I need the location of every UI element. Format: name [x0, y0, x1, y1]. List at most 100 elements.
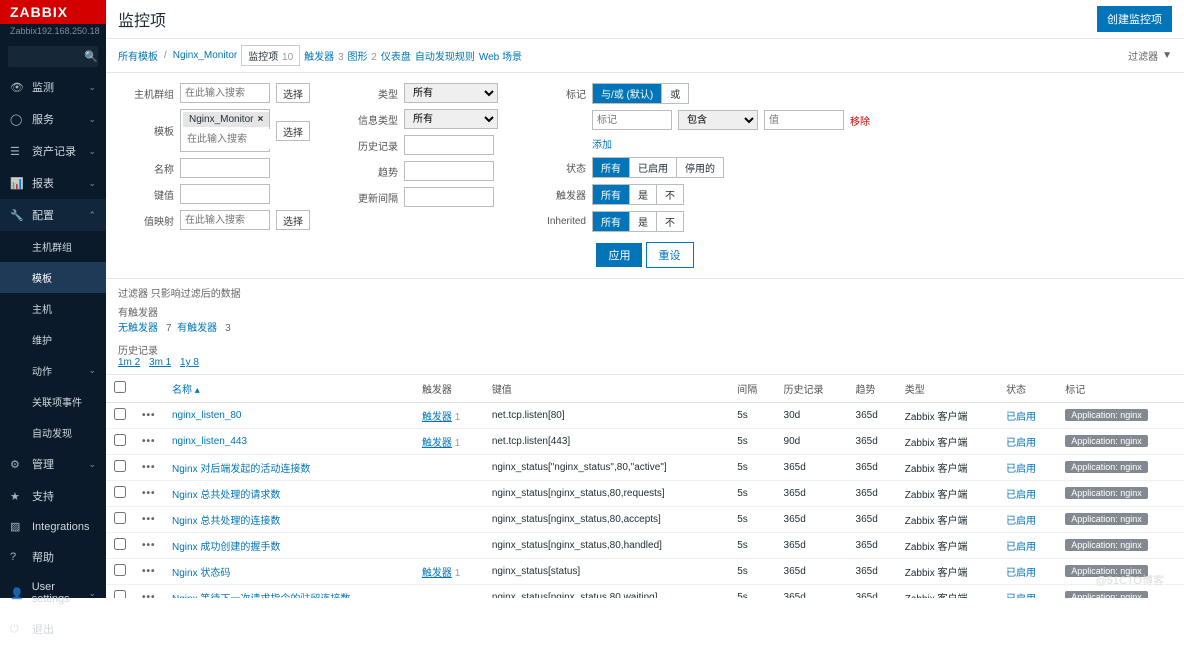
- valuemap-input[interactable]: [180, 210, 270, 230]
- hist-3m[interactable]: 3m 1: [149, 357, 171, 368]
- row-menu-icon[interactable]: •••: [142, 462, 156, 473]
- row-menu-icon[interactable]: •••: [142, 410, 156, 421]
- tab-discovery[interactable]: 自动发现规则: [415, 48, 475, 63]
- item-name-link[interactable]: nginx_listen_80: [172, 410, 242, 421]
- reset-button[interactable]: 重设: [646, 242, 694, 268]
- tag-add-link[interactable]: 添加: [592, 136, 612, 151]
- col-name[interactable]: 名称: [172, 385, 192, 396]
- col-key[interactable]: 键值: [484, 375, 729, 403]
- tag-pill[interactable]: Application: nginx: [1065, 513, 1148, 525]
- tag-pill[interactable]: Application: nginx: [1065, 435, 1148, 447]
- close-icon[interactable]: ×: [257, 114, 263, 125]
- nav-admin[interactable]: ⚙管理⌄: [0, 448, 106, 480]
- row-menu-icon[interactable]: •••: [142, 488, 156, 499]
- create-item-button[interactable]: 创建监控项: [1097, 6, 1172, 32]
- search-icon[interactable]: 🔍: [78, 46, 104, 67]
- interval-input[interactable]: [404, 187, 494, 207]
- bc-template[interactable]: Nginx_Monitor: [173, 50, 237, 61]
- seg-trig-no[interactable]: 不: [657, 185, 683, 204]
- row-checkbox[interactable]: [114, 486, 126, 498]
- seg-inh-no[interactable]: 不: [657, 212, 683, 231]
- col-type[interactable]: 类型: [897, 375, 998, 403]
- sub-hosts[interactable]: 主机: [0, 293, 106, 324]
- item-name-link[interactable]: Nginx 状态码: [172, 568, 230, 579]
- col-trends[interactable]: 趋势: [848, 375, 897, 403]
- subfilter-notrig-link[interactable]: 无触发器: [118, 323, 158, 334]
- tab-dashboards[interactable]: 仪表盘: [381, 48, 411, 63]
- trends-input[interactable]: [404, 161, 494, 181]
- item-name-link[interactable]: Nginx 对后端发起的活动连接数: [172, 464, 310, 475]
- seg-inh-yes[interactable]: 是: [630, 212, 657, 231]
- row-checkbox[interactable]: [114, 434, 126, 446]
- nav-monitor[interactable]: 👁监测⌄: [0, 71, 106, 103]
- tag-value-input[interactable]: [764, 110, 844, 130]
- hostgroup-input[interactable]: [180, 83, 270, 103]
- status-link[interactable]: 已启用: [1006, 464, 1036, 475]
- sub-hostgroups[interactable]: 主机群组: [0, 231, 106, 262]
- item-name-link[interactable]: Nginx 总共处理的请求数: [172, 490, 280, 501]
- status-link[interactable]: 已启用: [1006, 412, 1036, 423]
- row-checkbox[interactable]: [114, 590, 126, 598]
- search-input[interactable]: [8, 46, 78, 67]
- seg-state-enabled[interactable]: 已启用: [630, 158, 677, 177]
- tab-graphs[interactable]: 图形 2: [348, 48, 377, 63]
- hist-1y[interactable]: 1y 8: [180, 357, 199, 368]
- nav-config[interactable]: 🔧配置⌃: [0, 199, 106, 231]
- item-name-link[interactable]: Nginx 等待下一次请求指令的驻留连接数: [172, 594, 350, 598]
- state-segment[interactable]: 所有已启用停用的: [592, 157, 724, 178]
- tag-pill[interactable]: Application: nginx: [1065, 487, 1148, 499]
- tab-items[interactable]: 监控项 10: [241, 45, 300, 66]
- col-triggers[interactable]: 触发器: [414, 375, 484, 403]
- seg-trig-all[interactable]: 所有: [593, 185, 630, 204]
- col-interval[interactable]: 间隔: [729, 375, 775, 403]
- row-checkbox[interactable]: [114, 408, 126, 420]
- item-name-link[interactable]: nginx_listen_443: [172, 436, 247, 447]
- hostgroup-select-button[interactable]: 选择: [276, 83, 310, 103]
- col-history[interactable]: 历史记录: [776, 375, 848, 403]
- row-checkbox[interactable]: [114, 538, 126, 550]
- sidebar-search[interactable]: 🔍: [8, 46, 98, 67]
- tab-triggers[interactable]: 触发器 3: [304, 48, 343, 63]
- row-menu-icon[interactable]: •••: [142, 436, 156, 447]
- status-link[interactable]: 已启用: [1006, 542, 1036, 553]
- seg-state-all[interactable]: 所有: [593, 158, 630, 177]
- status-link[interactable]: 已启用: [1006, 594, 1036, 598]
- row-checkbox[interactable]: [114, 460, 126, 472]
- tag-pill[interactable]: Application: nginx: [1065, 461, 1148, 473]
- nav-inventory[interactable]: ☰资产记录⌄: [0, 135, 106, 167]
- subfilter-hastrig-link[interactable]: 有触发器: [177, 323, 217, 334]
- name-input[interactable]: [180, 158, 270, 178]
- valuemap-select-button[interactable]: 选择: [276, 210, 310, 230]
- seg-state-disabled[interactable]: 停用的: [677, 158, 723, 177]
- trigger-link[interactable]: 触发器: [422, 438, 452, 449]
- tag-remove-link[interactable]: 移除: [850, 113, 870, 128]
- bc-all-templates[interactable]: 所有模板: [118, 48, 158, 63]
- nav-services[interactable]: ◯服务⌄: [0, 103, 106, 135]
- status-link[interactable]: 已启用: [1006, 568, 1036, 579]
- template-input[interactable]: [183, 129, 271, 149]
- row-checkbox[interactable]: [114, 564, 126, 576]
- tag-pill[interactable]: Application: nginx: [1065, 539, 1148, 551]
- type-select[interactable]: 所有: [404, 83, 498, 103]
- sub-templates[interactable]: 模板: [0, 262, 106, 293]
- nav-user-settings[interactable]: 👤User settings⌄: [0, 573, 106, 613]
- status-link[interactable]: 已启用: [1006, 516, 1036, 527]
- tag-mode-segment[interactable]: 与/或 (默认)或: [592, 83, 689, 104]
- select-all-checkbox[interactable]: [114, 381, 126, 393]
- col-status[interactable]: 状态: [998, 375, 1057, 403]
- nav-integrations[interactable]: ▨Integrations: [0, 512, 106, 541]
- triggers-segment[interactable]: 所有是不: [592, 184, 684, 205]
- trigger-link[interactable]: 触发器: [422, 568, 452, 579]
- item-name-link[interactable]: Nginx 总共处理的连接数: [172, 516, 280, 527]
- nav-reports[interactable]: 📊报表⌄: [0, 167, 106, 199]
- item-name-link[interactable]: Nginx 成功创建的握手数: [172, 542, 280, 553]
- status-link[interactable]: 已启用: [1006, 490, 1036, 501]
- tag-pill[interactable]: Application: nginx: [1065, 409, 1148, 421]
- sub-maintenance[interactable]: 维护: [0, 324, 106, 355]
- sub-discovery[interactable]: 自动发现: [0, 417, 106, 448]
- tag-pill[interactable]: Application: nginx: [1065, 591, 1148, 598]
- trigger-link[interactable]: 触发器: [422, 412, 452, 423]
- nav-logout[interactable]: ⏻退出: [0, 613, 106, 645]
- seg-trig-yes[interactable]: 是: [630, 185, 657, 204]
- row-menu-icon[interactable]: •••: [142, 514, 156, 525]
